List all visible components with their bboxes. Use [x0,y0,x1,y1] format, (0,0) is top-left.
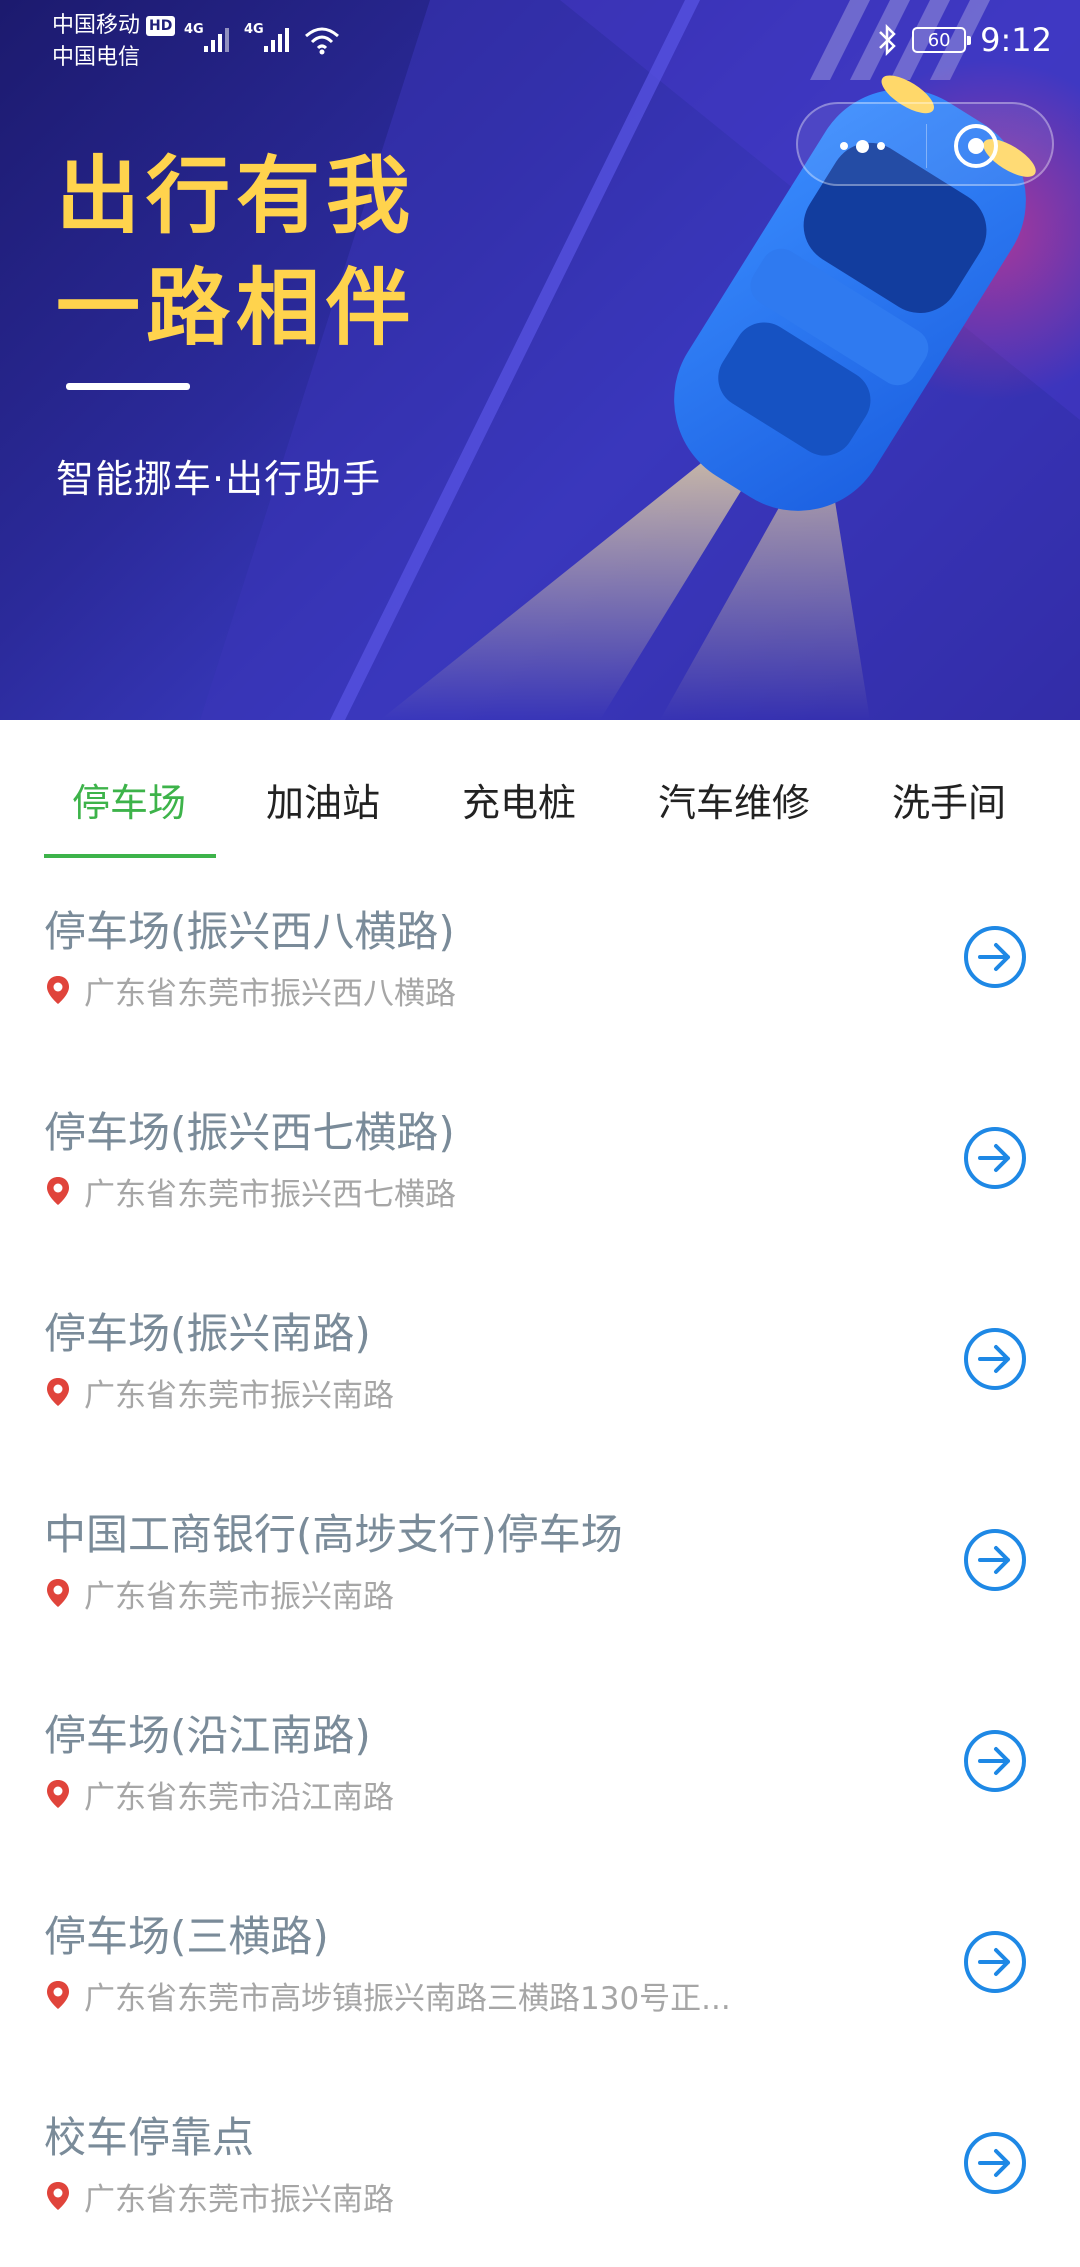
battery-icon: 60 [912,27,972,53]
place-address: 广东省东莞市振兴南路 [84,1579,394,1615]
hero-underline [66,383,190,390]
signal-bars-icon [264,28,289,52]
navigate-arrow-icon[interactable] [962,1125,1028,1191]
navigate-arrow-icon[interactable] [962,1929,1028,1995]
list-item[interactable]: 停车场(振兴西八横路) 广东省东莞市振兴西八横路 [0,860,1080,1061]
place-name: 中国工商银行(高埗支行)停车场 [44,1510,623,1559]
network-2-label: 4G [244,22,264,37]
more-dot-icon [876,142,885,150]
location-pin-icon [47,976,69,1004]
more-dot-icon [839,142,848,150]
status-right: 60 9:12 [876,18,1052,62]
navigate-arrow-icon[interactable] [962,1527,1028,1593]
miniprogram-capsule [796,102,1054,186]
place-name: 停车场(振兴西七横路) [44,1108,455,1157]
battery-level: 60 [927,29,951,51]
tab-restroom[interactable]: 洗手间 [892,772,1006,827]
network-1-label: 4G [184,22,204,37]
list-item[interactable]: 中国工商银行(高埗支行)停车场 广东省东莞市振兴南路 [0,1463,1080,1664]
place-name: 停车场(振兴西八横路) [44,907,455,956]
list-item[interactable]: 停车场(沿江南路) 广东省东莞市沿江南路 [0,1664,1080,1865]
list-item[interactable]: 停车场(振兴南路) 广东省东莞市振兴南路 [0,1262,1080,1463]
more-dot-icon [855,139,869,153]
tab-parking[interactable]: 停车场 [72,772,186,827]
location-pin-icon [47,1378,69,1406]
place-address: 广东省东莞市振兴南路 [84,2182,394,2218]
hero-title-line-2: 一路相伴 [56,259,417,357]
place-address: 广东省东莞市沿江南路 [84,1780,394,1816]
signal-bars-icon [204,28,229,52]
navigate-arrow-icon[interactable] [962,2130,1028,2196]
list-item[interactable]: 停车场(三横路) 广东省东莞市高埗镇振兴南路三横路130号正... [0,1865,1080,2066]
hd-badge: HD [146,16,176,36]
list-item[interactable]: 校车停靠点 广东省东莞市振兴南路 [0,2066,1080,2267]
navigate-arrow-icon[interactable] [962,924,1028,990]
place-address: 广东省东莞市振兴西八横路 [84,976,456,1012]
tab-indicator [44,854,216,858]
place-address: 广东省东莞市振兴南路 [84,1378,394,1414]
capsule-divider [926,124,927,168]
place-address: 广东省东莞市振兴西七横路 [84,1177,456,1213]
more-menu-button[interactable] [828,122,896,170]
close-miniprogram-button[interactable] [948,118,1004,174]
wifi-icon [305,27,339,55]
hero-subtitle: 智能挪车·出行助手 [56,457,382,501]
carrier-2: 中国电信 [52,45,141,70]
clock: 9:12 [980,21,1052,59]
category-tabs: 停车场 加油站 充电桩 汽车维修 洗手间 [0,730,1080,860]
bluetooth-icon [879,23,896,57]
navigate-arrow-icon[interactable] [962,1326,1028,1392]
location-pin-icon [47,1780,69,1808]
tab-gas-station[interactable]: 加油站 [266,772,380,827]
location-pin-icon [47,1579,69,1607]
navigate-arrow-icon[interactable] [962,1728,1028,1794]
place-name: 停车场(沿江南路) [44,1711,371,1760]
place-name: 校车停靠点 [44,2113,255,2162]
tab-car-repair[interactable]: 汽车维修 [658,772,810,827]
hero-title-line-1: 出行有我 [56,147,417,245]
place-name: 停车场(三横路) [44,1912,329,1961]
location-pin-icon [47,1981,69,2009]
list-item[interactable]: 停车场(振兴西七横路) 广东省东莞市振兴西七横路 [0,1061,1080,1262]
status-bar: 中国移动 HD 中国电信 4G 4G 60 9:12 [0,0,1080,80]
location-pin-icon [47,1177,69,1205]
place-address: 广东省东莞市高埗镇振兴南路三横路130号正... [84,1981,731,2017]
carrier-1: 中国移动 [52,13,141,38]
tab-charging[interactable]: 充电桩 [462,772,576,827]
location-pin-icon [47,2182,69,2210]
place-name: 停车场(振兴南路) [44,1309,371,1358]
hero-title: 出行有我 一路相伴 [56,140,416,364]
target-close-icon [954,124,998,168]
